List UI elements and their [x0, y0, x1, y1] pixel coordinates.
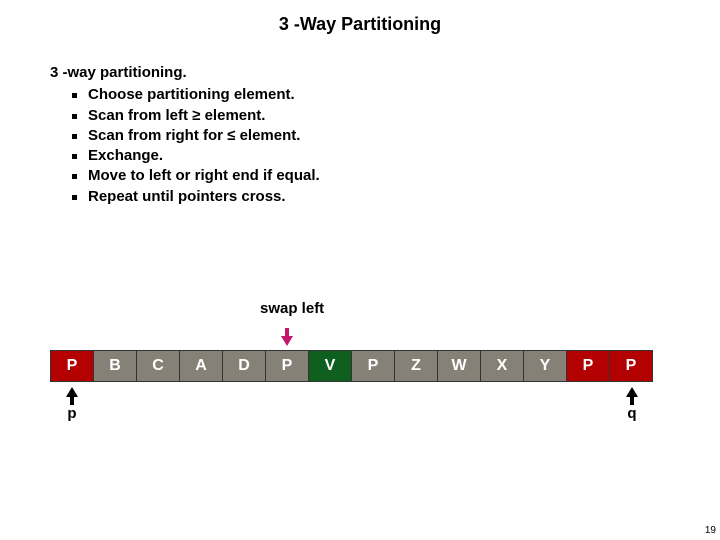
array-cell: X — [480, 350, 524, 382]
pointer-q: q — [626, 387, 638, 422]
array-cell: P — [265, 350, 309, 382]
array-cell: A — [179, 350, 223, 382]
bullet-item: Choose partitioning element. — [72, 85, 720, 105]
array-cell: P — [351, 350, 395, 382]
subheading: 3 -way partitioning. — [50, 63, 720, 83]
bullet-item: Exchange. — [72, 146, 720, 166]
pointer-p-label: p — [66, 405, 78, 422]
array-row: PBCADPVPZWXYPP — [50, 350, 670, 382]
array-cell: P — [50, 350, 94, 382]
bullet-item: Scan from right for ≤ element. — [72, 126, 720, 146]
array-cell: V — [308, 350, 352, 382]
array-cell: Y — [523, 350, 567, 382]
bullet-item: Scan from left ≥ element. — [72, 106, 720, 126]
swap-label: swap left — [260, 300, 324, 317]
array-cell: Z — [394, 350, 438, 382]
bullet-item: Repeat until pointers cross. — [72, 187, 720, 207]
content-block: 3 -way partitioning. Choose partitioning… — [0, 35, 720, 207]
array-diagram: swap left PBCADPVPZWXYPP p q — [50, 350, 670, 382]
array-cell: D — [222, 350, 266, 382]
bullet-item: Move to left or right end if equal. — [72, 166, 720, 186]
down-arrow-icon — [282, 328, 292, 346]
page-number: 19 — [705, 525, 716, 536]
pointer-p: p — [66, 387, 78, 422]
array-cell: P — [566, 350, 610, 382]
array-cell: P — [609, 350, 653, 382]
array-cell: B — [93, 350, 137, 382]
array-cell: W — [437, 350, 481, 382]
slide-title: 3 -Way Partitioning — [0, 0, 720, 35]
bullet-list: Choose partitioning element. Scan from l… — [50, 85, 720, 207]
pointer-q-label: q — [626, 405, 638, 422]
array-cell: C — [136, 350, 180, 382]
